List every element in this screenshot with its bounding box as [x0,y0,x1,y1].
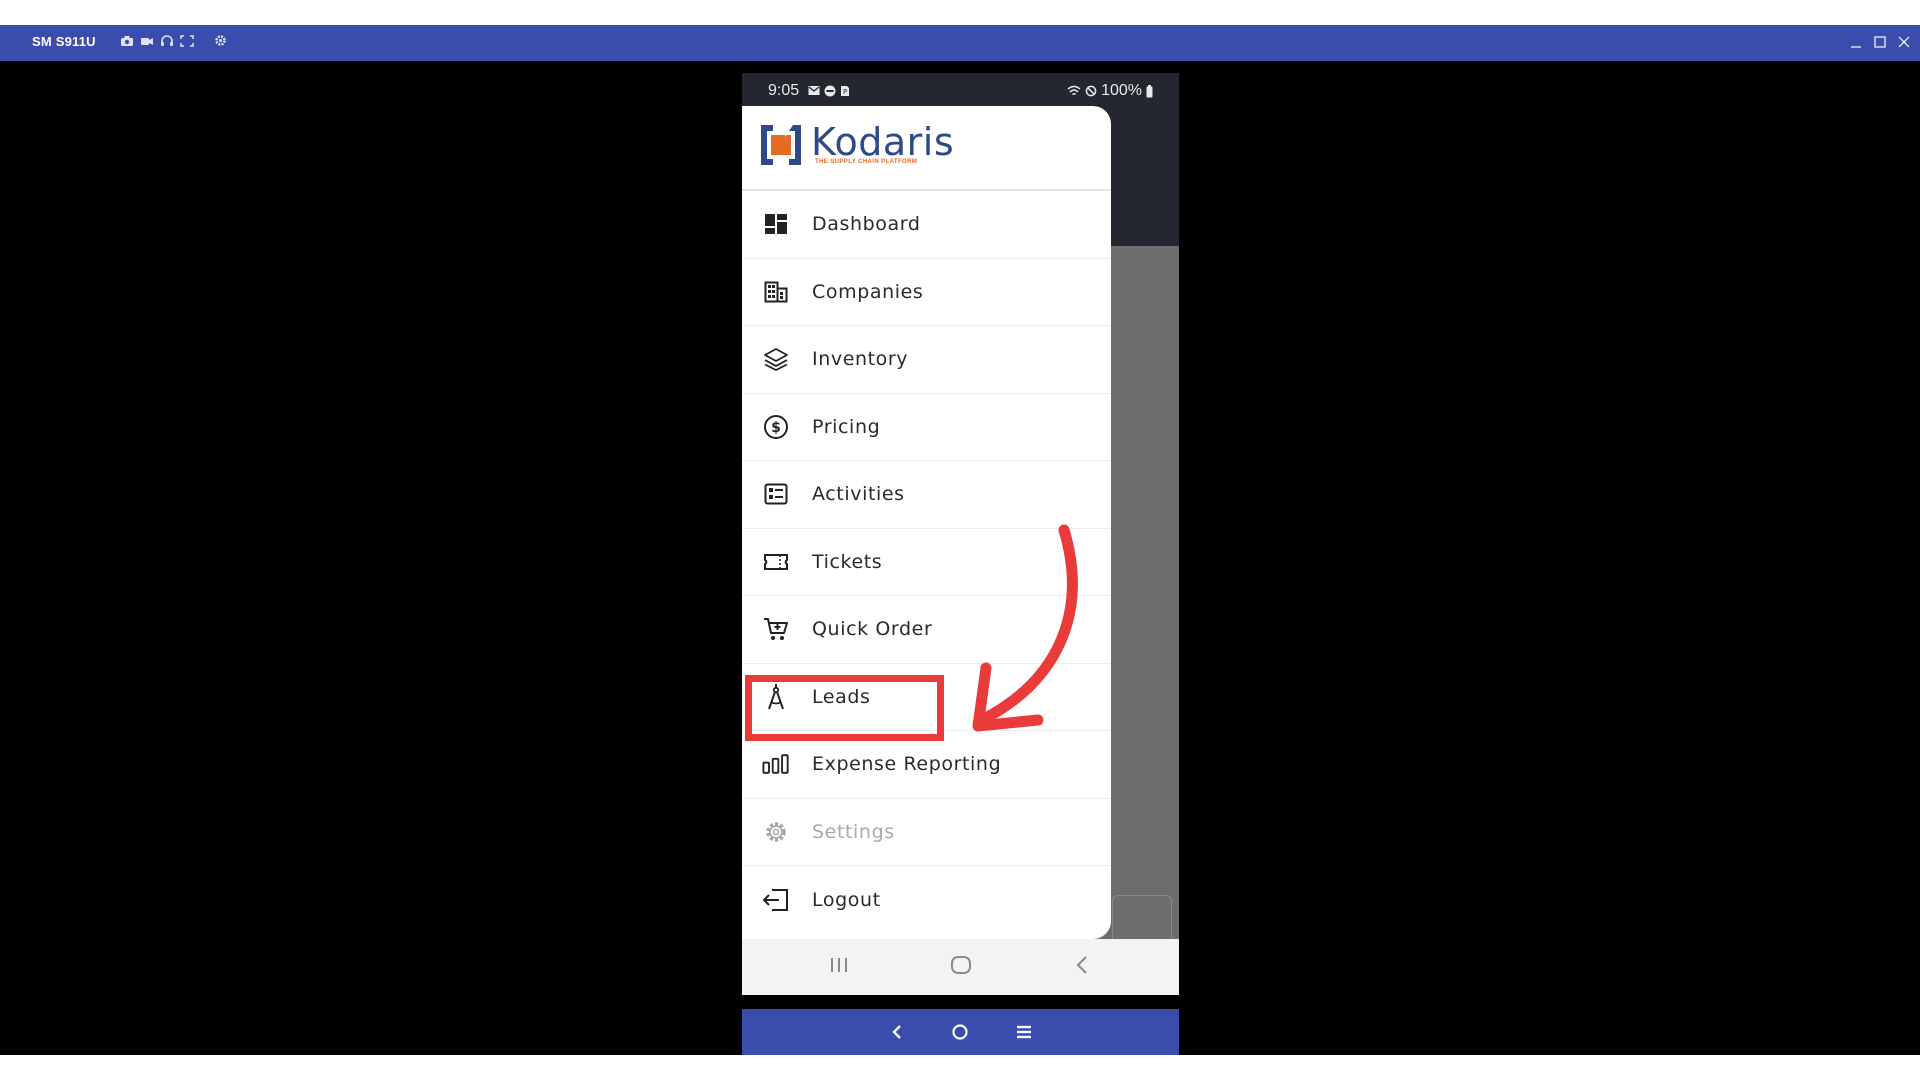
menu-label: Pricing [812,415,881,438]
menu-item-expense-reporting[interactable]: Expense Reporting [742,731,1111,799]
maximize-icon[interactable] [1874,33,1886,51]
battery-icon [1146,84,1153,97]
device-name: SM S911U [32,34,96,49]
dashboard-icon [762,210,790,238]
svg-text:$: $ [771,420,781,436]
wifi-icon [1067,85,1081,96]
drawer-header: Kodaris THE SUPPLY CHAIN PLATFORM [742,106,1111,191]
menu-item-pricing[interactable]: $ Pricing [742,394,1111,461]
block-icon [1085,85,1097,97]
window-titlebar: SM S911U [0,25,1920,61]
window-controls [1850,33,1910,51]
gear-icon[interactable] [214,34,227,47]
close-icon[interactable] [1898,33,1910,51]
home-icon[interactable] [950,1022,970,1047]
svg-text:P: P [843,88,847,96]
menu-label: Activities [812,483,905,506]
menu-label: Inventory [812,348,909,371]
ticket-icon [762,548,790,576]
menu-label: Companies [812,280,924,303]
menu-label: Quick Order [812,618,933,641]
headset-icon[interactable] [160,34,174,47]
mirror-controlbar [742,1009,1179,1055]
battery-percent: 100% [1101,82,1142,99]
menu-item-dashboard[interactable]: Dashboard [742,191,1111,259]
status-right: 100% [1067,82,1153,100]
camera-icon[interactable] [120,35,134,47]
toolbar [120,34,227,47]
bottom-margin [0,1055,1920,1080]
menu-item-activities[interactable]: Activities [742,461,1111,529]
sim-icon: P [841,86,849,96]
menu-item-logout[interactable]: Logout [742,866,1111,934]
mail-icon [808,86,820,95]
bar-chart-icon [762,750,790,778]
menu-label: Tickets [812,550,883,573]
minimize-icon[interactable] [1850,33,1862,51]
menu-item-settings[interactable]: Settings [742,799,1111,866]
layers-icon [762,345,790,373]
fullscreen-icon[interactable] [180,34,194,47]
video-icon[interactable] [140,35,154,47]
building-icon [762,278,790,306]
menu-item-inventory[interactable]: Inventory [742,326,1111,394]
back-icon[interactable] [888,1022,908,1047]
menu-icon[interactable] [1014,1022,1034,1047]
menu-item-companies[interactable]: Companies [742,259,1111,326]
notification-icons: P [808,85,850,97]
logo-name: Kodaris [811,120,955,164]
dollar-circle-icon: $ [762,413,790,441]
back-button[interactable] [1072,954,1094,981]
kodaris-mark-icon [761,125,801,165]
highlight-box-leads [745,675,944,741]
android-statusbar: 9:05 P 100% [742,73,1179,106]
logout-icon [762,886,790,914]
logo-tagline: THE SUPPLY CHAIN PLATFORM [815,159,918,165]
menu-label: Logout [812,888,881,911]
annotation-arrow [972,524,1078,732]
home-button[interactable] [950,954,972,981]
android-navbar [742,939,1179,995]
dnd-icon [824,85,836,97]
recent-apps-button[interactable] [828,954,850,981]
gear-icon [762,818,790,846]
status-time: 9:05 [768,82,800,99]
cart-icon [762,615,790,643]
menu-label: Settings [812,820,895,843]
top-margin [0,0,1920,25]
activity-list-icon [762,480,790,508]
menu-label: Expense Reporting [812,753,1002,776]
menu-label: Dashboard [812,213,921,236]
